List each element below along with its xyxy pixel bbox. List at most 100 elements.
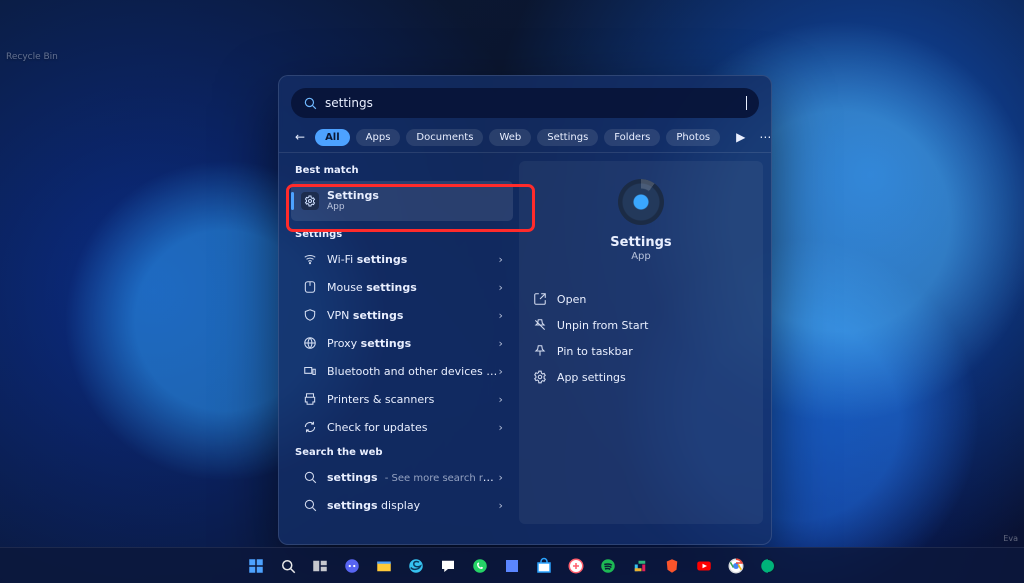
selection-indicator: [291, 192, 294, 210]
preview-action-gear[interactable]: App settings: [529, 364, 753, 390]
settings-result[interactable]: Wi-Fi settings›: [291, 245, 513, 273]
result-label: settings display: [327, 499, 499, 512]
tab-photos[interactable]: Photos: [666, 129, 720, 146]
tab-settings[interactable]: Settings: [537, 129, 598, 146]
settings-result[interactable]: Bluetooth and other devices settings›: [291, 357, 513, 385]
preview-action-pin[interactable]: Pin to taskbar: [529, 338, 753, 364]
result-label: Proxy settings: [327, 337, 499, 350]
chevron-right-icon: ›: [499, 471, 503, 484]
printer-icon: [303, 392, 317, 406]
tab-documents[interactable]: Documents: [406, 129, 483, 146]
result-preview-pane: Settings App Open Unpin from Start Pin to …: [519, 161, 763, 524]
chevron-right-icon: ›: [499, 281, 503, 294]
chevron-right-icon: ›: [499, 337, 503, 350]
back-button[interactable]: ←: [291, 128, 309, 146]
preview-hero: Settings App: [529, 179, 753, 262]
discord-icon: [343, 557, 361, 575]
result-label: Bluetooth and other devices settings: [327, 365, 499, 378]
update-icon: [303, 420, 317, 434]
chevron-right-icon: ›: [499, 309, 503, 322]
web-result[interactable]: settings - See more search results›: [291, 463, 513, 491]
tab-all[interactable]: All: [315, 129, 350, 146]
taskbar-app-blue[interactable]: [499, 553, 525, 579]
slack-icon: [631, 557, 649, 575]
chevron-right-icon: ›: [499, 421, 503, 434]
taskbar-search[interactable]: [275, 553, 301, 579]
store-icon: [535, 557, 553, 575]
settings-result[interactable]: Check for updates›: [291, 413, 513, 441]
result-label: Mouse settings: [327, 281, 499, 294]
preview-title: Settings: [610, 235, 671, 250]
text-caret: [746, 96, 747, 110]
chevron-right-icon: ›: [499, 365, 503, 378]
result-label: Printers & scanners: [327, 393, 499, 406]
task-view-icon: [311, 557, 329, 575]
spotify-icon: [599, 557, 617, 575]
wifi-icon: [303, 252, 317, 266]
start-icon: [247, 557, 265, 575]
unpin-icon: [533, 318, 547, 332]
taskbar-chat[interactable]: [435, 553, 461, 579]
chevron-right-icon: ›: [499, 499, 503, 512]
result-label: Check for updates: [327, 421, 499, 434]
best-match-result[interactable]: Settings App: [291, 181, 513, 221]
mouse-icon: [303, 280, 317, 294]
chevron-right-icon: ›: [499, 253, 503, 266]
action-label: Pin to taskbar: [557, 345, 633, 358]
result-label: settings - See more search results: [327, 471, 499, 484]
settings-result[interactable]: Proxy settings›: [291, 329, 513, 357]
canary-icon: [759, 557, 777, 575]
taskbar-canary[interactable]: [755, 553, 781, 579]
app-blue-icon: [503, 557, 521, 575]
best-match-subtitle: App: [327, 202, 379, 213]
recycle-bin-label: Recycle Bin: [6, 52, 58, 62]
taskbar-slack[interactable]: [627, 553, 653, 579]
taskbar-youtube[interactable]: [691, 553, 717, 579]
search-icon: [303, 470, 317, 484]
taskbar-discord[interactable]: [339, 553, 365, 579]
settings-result[interactable]: Mouse settings›: [291, 273, 513, 301]
preview-action-unpin[interactable]: Unpin from Start: [529, 312, 753, 338]
taskbar-task-view[interactable]: [307, 553, 333, 579]
action-label: Unpin from Start: [557, 319, 649, 332]
taskbar-app-badge[interactable]: [563, 553, 589, 579]
preview-action-open[interactable]: Open: [529, 286, 753, 312]
taskbar-store[interactable]: [531, 553, 557, 579]
edge-icon: [407, 557, 425, 575]
tab-folders[interactable]: Folders: [604, 129, 660, 146]
chevron-right-icon: ›: [499, 393, 503, 406]
settings-result[interactable]: VPN settings›: [291, 301, 513, 329]
taskbar-chrome[interactable]: [723, 553, 749, 579]
taskbar-start[interactable]: [243, 553, 269, 579]
taskbar-explorer[interactable]: [371, 553, 397, 579]
best-match-title: Settings: [327, 189, 379, 202]
brave-icon: [663, 557, 681, 575]
settings-result[interactable]: Printers & scanners›: [291, 385, 513, 413]
preview-app-icon: [618, 179, 664, 225]
result-label: VPN settings: [327, 309, 499, 322]
youtube-icon: [695, 557, 713, 575]
search-box[interactable]: [291, 88, 759, 118]
tab-apps[interactable]: Apps: [356, 129, 401, 146]
taskbar-brave[interactable]: [659, 553, 685, 579]
taskbar-spotify[interactable]: [595, 553, 621, 579]
section-search-web: Search the web: [295, 447, 515, 458]
taskbar-whatsapp[interactable]: [467, 553, 493, 579]
start-search-panel: ← All Apps Documents Web Settings Folder…: [278, 75, 772, 545]
chat-button[interactable]: ▶: [732, 130, 749, 144]
gear-icon: [533, 370, 547, 384]
more-options-button[interactable]: ⋯: [755, 130, 772, 144]
search-input[interactable]: [325, 96, 746, 110]
web-result[interactable]: settings display›: [291, 491, 513, 519]
preview-subtitle: App: [631, 251, 651, 262]
tab-web[interactable]: Web: [489, 129, 531, 146]
taskbar-edge[interactable]: [403, 553, 429, 579]
search-filter-tabs: ← All Apps Documents Web Settings Folder…: [279, 126, 771, 153]
open-icon: [533, 292, 547, 306]
search-icon: [279, 557, 297, 575]
shield-icon: [303, 308, 317, 322]
results-left-pane: Best match Settings App Settings Wi-Fi s…: [279, 153, 519, 532]
search-icon: [303, 498, 317, 512]
explorer-icon: [375, 557, 393, 575]
search-icon: [303, 96, 317, 110]
